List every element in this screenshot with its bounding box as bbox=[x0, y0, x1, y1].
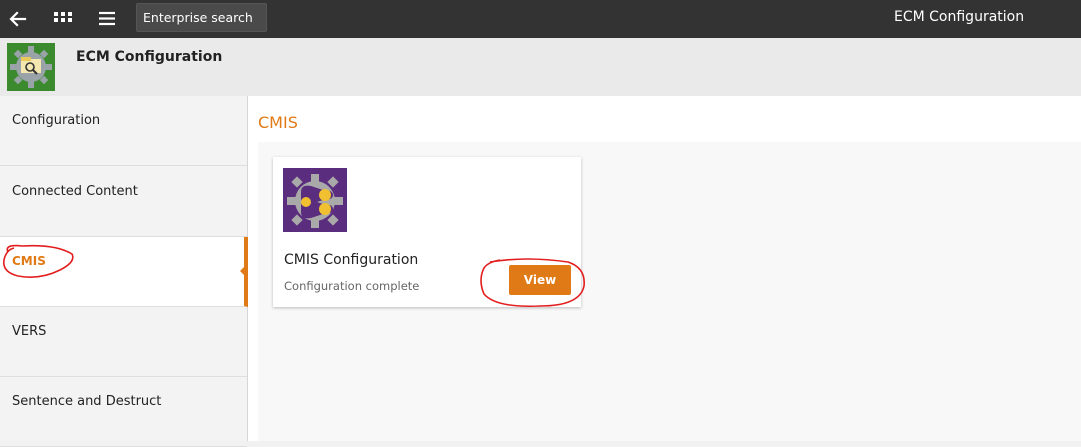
card-status: Configuration complete bbox=[284, 279, 420, 293]
cmis-gear-icon bbox=[283, 168, 347, 232]
cmis-configuration-card: CMIS Configuration Configuration complet… bbox=[273, 157, 581, 307]
arrow-left-icon[interactable] bbox=[6, 7, 30, 31]
sidebar-item-label: CMIS bbox=[12, 254, 46, 268]
sidebar-item-label: Sentence and Destruct bbox=[12, 394, 162, 409]
enterprise-search-input[interactable]: Enterprise search bbox=[136, 3, 267, 32]
sidebar-item-vers[interactable]: VERS bbox=[0, 307, 247, 377]
card-title: CMIS Configuration bbox=[284, 252, 419, 268]
sidebar-item-label: Connected Content bbox=[12, 184, 138, 199]
sidebar-item-label: Configuration bbox=[12, 113, 101, 128]
main-content: CMIS CMIS Configuration Configuration co… bbox=[248, 96, 1081, 441]
sidebar-item-connected-content[interactable]: Connected Content bbox=[0, 167, 247, 237]
hamburger-icon[interactable] bbox=[95, 7, 119, 31]
window-title: ECM Configuration bbox=[894, 9, 1025, 25]
section-title: CMIS bbox=[258, 113, 298, 132]
sidebar-item-sentence-and-destruct[interactable]: Sentence and Destruct bbox=[0, 377, 247, 447]
gear-search-icon bbox=[7, 43, 55, 91]
sidebar-item-label: VERS bbox=[12, 324, 47, 339]
page-title: ECM Configuration bbox=[76, 49, 223, 65]
sidebar: Configuration Connected Content CMIS VER… bbox=[0, 96, 248, 447]
sidebar-item-cmis[interactable]: CMIS bbox=[0, 237, 248, 307]
page-header: ECM Configuration bbox=[0, 38, 1081, 96]
sidebar-item-configuration[interactable]: Configuration bbox=[0, 96, 247, 166]
card-panel: CMIS Configuration Configuration complet… bbox=[258, 142, 1081, 441]
view-button[interactable]: View bbox=[509, 265, 571, 295]
top-bar: Enterprise search ECM Configuration bbox=[0, 0, 1081, 38]
grid-icon[interactable] bbox=[51, 7, 75, 31]
active-indicator bbox=[240, 266, 245, 276]
